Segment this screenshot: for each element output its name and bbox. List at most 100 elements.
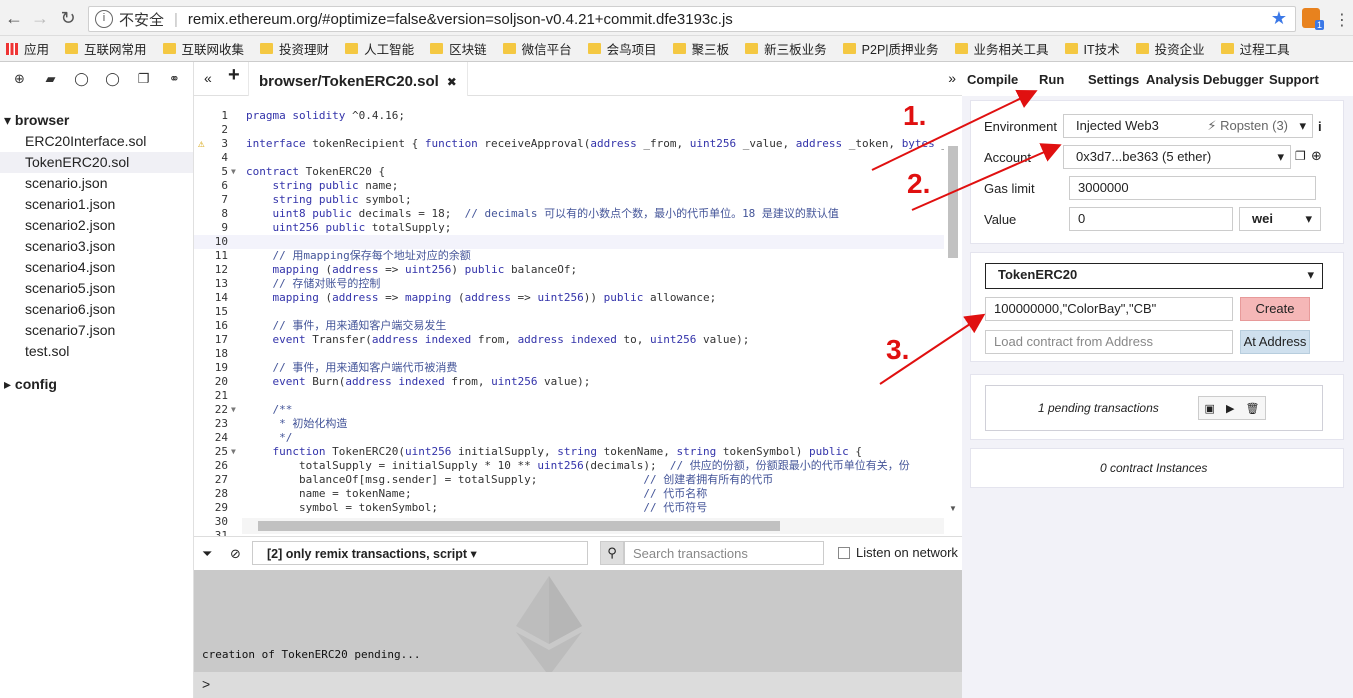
bookmark-folder[interactable]: P2P|质押业务	[842, 39, 939, 58]
link-icon[interactable]: ⚭	[159, 71, 190, 87]
bookmark-folder[interactable]: 人工智能	[345, 39, 414, 58]
editor-horizontal-scrollbar[interactable]	[242, 518, 944, 534]
trash-icon[interactable]: 🗑	[1245, 402, 1259, 415]
copy-icon[interactable]: ❐	[128, 71, 159, 87]
bookmark-folder[interactable]: 过程工具	[1220, 39, 1290, 58]
account-select[interactable]: 0x3d7...be363 (5 ether) ▾	[1063, 145, 1291, 169]
file-item[interactable]: scenario4.json	[0, 257, 193, 278]
bookmark-folder[interactable]: 聚三板	[672, 39, 729, 58]
constructor-args-input[interactable]: 100000000,"ColorBay","CB"	[985, 297, 1233, 321]
tab-debugger[interactable]: Debugger	[1203, 72, 1264, 87]
gas-limit-input[interactable]: 3000000	[1069, 176, 1316, 200]
forward-icon[interactable]: →	[30, 8, 50, 28]
open-folder-icon[interactable]: ▰	[35, 71, 66, 87]
info-icon[interactable]: i	[95, 10, 113, 28]
bookmark-folder[interactable]: 投资理财	[260, 39, 329, 58]
bookmark-folder[interactable]: 互联网常用	[65, 39, 147, 58]
tab-compile[interactable]: Compile	[967, 72, 1018, 87]
save-icon[interactable]: ▣	[1205, 402, 1215, 415]
close-icon[interactable]: ✖	[447, 75, 457, 89]
value-input[interactable]: 0	[1069, 207, 1233, 231]
info-icon[interactable]: i	[1318, 119, 1322, 134]
scroll-thumb[interactable]	[948, 146, 958, 258]
scroll-thumb[interactable]	[258, 521, 780, 531]
github-gist-icon[interactable]: ◯	[97, 71, 128, 87]
bookmark-star-icon[interactable]: ★	[1271, 8, 1287, 29]
value-unit-select[interactable]: wei ▾	[1239, 207, 1321, 231]
file-item[interactable]: scenario.json	[0, 173, 193, 194]
browser-menu-icon[interactable]: ⋮	[1334, 10, 1350, 30]
url-text[interactable]: remix.ethereum.org/#optimize=false&versi…	[188, 11, 733, 28]
tab-settings[interactable]: Settings	[1088, 72, 1139, 87]
at-address-button[interactable]: At Address	[1240, 330, 1310, 354]
file-item[interactable]: TokenERC20.sol	[0, 152, 193, 173]
collapse-right-icon[interactable]: »	[948, 70, 956, 86]
play-icon[interactable]: ▶	[1226, 402, 1234, 415]
line-number: 25	[214, 445, 228, 458]
file-item[interactable]: scenario5.json	[0, 278, 193, 299]
bookmark-folder[interactable]: IT技术	[1064, 39, 1120, 58]
environment-select[interactable]: Injected Web3 ⚡ Ropsten (3) ▾	[1063, 114, 1313, 138]
folder-browser[interactable]: ▾ browser	[0, 110, 193, 131]
editor-vertical-scrollbar[interactable]: ▼	[944, 96, 962, 520]
bookmark-folder[interactable]: 投资企业	[1135, 39, 1205, 58]
warning-icon[interactable]: ⚠	[198, 137, 205, 151]
bookmark-folder[interactable]: 微信平台	[502, 39, 572, 58]
fold-icon[interactable]: ▼	[231, 165, 236, 179]
file-item[interactable]: scenario3.json	[0, 236, 193, 257]
code-text: uint8 public decimals = 18; // decimals …	[272, 207, 839, 220]
file-item[interactable]: scenario2.json	[0, 215, 193, 236]
tab-tokenerc20[interactable]: browser/TokenERC20.sol ✖	[248, 62, 468, 96]
caret-down-icon: ▾	[1307, 267, 1314, 282]
console-input[interactable]: >	[194, 672, 962, 698]
create-file-icon[interactable]: ⊕	[4, 71, 35, 87]
scroll-down-icon[interactable]: ▼	[949, 504, 957, 513]
folder-config[interactable]: ▸ config	[0, 374, 193, 395]
metamask-extension-icon[interactable]: 1	[1302, 8, 1324, 30]
line-number: 8	[221, 207, 228, 220]
back-icon[interactable]: ←	[4, 8, 24, 28]
code-text: event Burn(address indexed from, uint256…	[272, 375, 591, 388]
code-text: // 存储对账号的控制	[272, 277, 381, 290]
reload-icon[interactable]: ↻	[58, 8, 78, 28]
code-line: 11 // 用mapping保存每个地址对应的余额	[194, 249, 944, 263]
bookmark-folder[interactable]: 区块链	[430, 39, 487, 58]
fold-icon[interactable]: ▼	[231, 403, 236, 417]
line-number: 2	[221, 123, 228, 136]
tab-support[interactable]: Support	[1269, 72, 1319, 87]
code-line: 3 ⚠ interface tokenRecipient { function re…	[194, 137, 948, 151]
bookmark-apps[interactable]: 应用	[6, 39, 49, 58]
file-item[interactable]: scenario6.json	[0, 299, 193, 320]
file-item[interactable]: scenario1.json	[0, 194, 193, 215]
clear-console-icon[interactable]: ⊘	[230, 546, 241, 562]
github-icon[interactable]: ◯	[66, 71, 97, 87]
listen-on-network-toggle[interactable]: Listen on network	[838, 545, 958, 560]
load-contract-input[interactable]: Load contract from Address	[985, 330, 1233, 354]
fold-icon[interactable]: ▼	[231, 445, 236, 459]
bookmark-folder[interactable]: 业务相关工具	[954, 39, 1049, 58]
tab-analysis[interactable]: Analysis	[1146, 72, 1199, 87]
bookmark-folder[interactable]: 互联网收集	[162, 39, 244, 58]
file-item[interactable]: scenario7.json	[0, 320, 193, 341]
file-item[interactable]: test.sol	[0, 341, 193, 362]
line-number: 29	[214, 501, 228, 514]
search-transactions-input[interactable]: Search transactions	[624, 541, 824, 565]
address-bar[interactable]: i 不安全 | remix.ethereum.org/#optimize=fal…	[88, 6, 1296, 32]
contract-select[interactable]: TokenERC20 ▾	[985, 263, 1323, 289]
code-editor[interactable]: 1 pragma solidity ^0.4.16; 2 3 ⚠ interface to…	[194, 96, 962, 536]
search-icon[interactable]: ⚲	[600, 541, 624, 565]
bookmark-folder[interactable]: 新三板业务	[745, 39, 827, 58]
increase-font-icon[interactable]: +	[228, 64, 240, 87]
file-item[interactable]: ERC20Interface.sol	[0, 131, 193, 152]
collapse-left-icon[interactable]: «	[204, 70, 212, 86]
bookmark-folder[interactable]: 会鸟项目	[587, 39, 657, 58]
listen-checkbox[interactable]	[838, 547, 850, 559]
copy-address-icon[interactable]: ❐	[1295, 149, 1306, 163]
add-account-icon[interactable]: ⊕	[1311, 148, 1322, 164]
tab-run[interactable]: Run	[1039, 72, 1064, 87]
minimize-terminal-icon[interactable]: ⏷	[202, 546, 212, 562]
extension-badge: 1	[1314, 20, 1324, 30]
code-line: 13 // 存储对账号的控制	[194, 277, 944, 291]
create-button[interactable]: Create	[1240, 297, 1310, 321]
transaction-filter-select[interactable]: [2] only remix transactions, script ▾	[252, 541, 588, 565]
